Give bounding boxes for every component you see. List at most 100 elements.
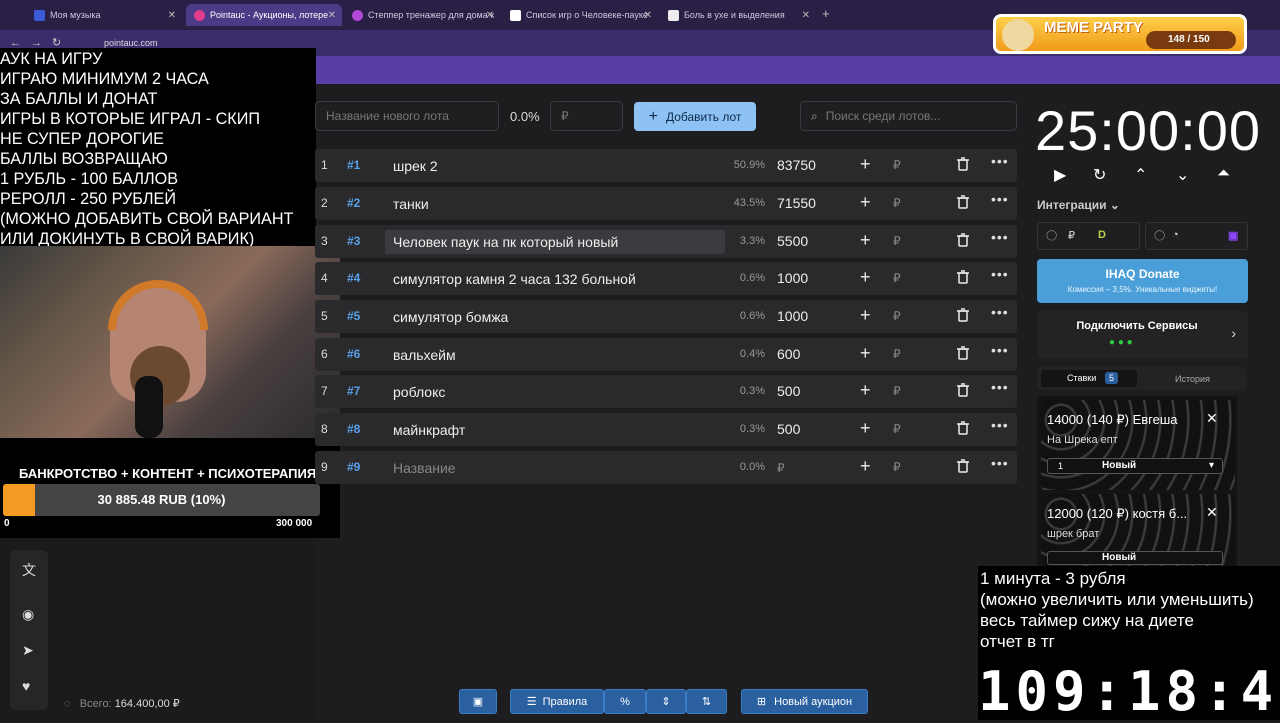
plus-icon[interactable]: + [860,380,871,401]
lot-name-input[interactable]: симулятор бомжа [385,305,725,329]
chevron-down-icon[interactable]: ⌄ [1176,165,1189,185]
more-options-icon[interactable]: ••• [991,191,1009,207]
lot-name-input[interactable]: вальхейм [385,343,725,367]
plus-icon[interactable]: + [860,192,871,213]
tab-stepper[interactable]: Степпер тренажер для дома к ✕ [344,4,500,26]
ruble-input[interactable]: ₽ [893,384,901,398]
more-options-icon[interactable]: ••• [991,342,1009,358]
close-icon[interactable]: ✕ [486,10,494,21]
plus-icon[interactable]: + [860,230,871,251]
integrations-toggle[interactable]: Интеграции ⌄ [1037,198,1120,212]
lot-name-input[interactable]: роблокс [385,380,725,404]
github-icon[interactable]: ◉ [22,606,34,623]
lot-name-input[interactable]: майнкрафт [385,418,725,442]
trash-icon[interactable] [957,383,969,397]
close-icon[interactable]: ✕ [1206,410,1218,427]
lot-name-input[interactable]: шрек 2 [385,154,725,178]
percent-toggle[interactable]: % [604,689,646,714]
ruble-input[interactable]: ₽ [893,158,901,172]
toggle-icon[interactable]: ◯ [1046,230,1057,241]
close-icon[interactable]: ✕ [802,10,810,21]
lot-amount[interactable]: 83750 [777,157,816,173]
lot-amount[interactable]: 71550 [777,195,816,211]
plus-icon[interactable]: + [860,456,871,477]
more-options-icon[interactable]: ••• [991,229,1009,245]
more-options-icon[interactable]: ••• [991,379,1009,395]
url-text[interactable]: pointauc.com [104,38,158,48]
trash-icon[interactable] [957,346,969,360]
more-options-icon[interactable]: ••• [991,153,1009,169]
reset-icon[interactable]: ↻ [1093,165,1106,185]
trash-icon[interactable] [957,157,969,171]
tab-pointauc[interactable]: Pointauc - Аукционы, лотере ✕ [186,4,342,26]
rules-button[interactable]: ☰ Правила [510,689,604,714]
trash-icon[interactable] [957,233,969,247]
bid-lot-select[interactable]: Новый [1047,551,1223,565]
lot-name-input[interactable]: симулятор камня 2 часа 132 больной [385,267,725,291]
compact-toggle[interactable]: ⇕ [646,689,686,714]
double-chevron-up-icon[interactable]: ⏶ [1217,165,1230,183]
chevron-up-icon[interactable]: ⌃ [1134,165,1147,185]
plus-icon[interactable]: + [860,267,871,288]
more-options-icon[interactable]: ••• [991,417,1009,433]
more-options-icon[interactable]: ••• [991,455,1009,471]
lot-amount[interactable]: 500 [777,383,800,399]
integration-donation-services[interactable]: ◯ ₽ D [1037,222,1140,250]
new-tab-button[interactable]: + [822,6,830,21]
lot-amount[interactable]: 600 [777,346,800,362]
lot-name-input[interactable]: Название нового лота [315,101,499,131]
donate-hand-icon[interactable]: ♥ [22,678,30,694]
ruble-input[interactable]: ₽ [893,422,901,436]
tab-history[interactable]: История [1175,374,1210,384]
telegram-icon[interactable]: ➤ [22,642,34,659]
integration-streaming[interactable]: ◯ ◔ ▣ [1145,222,1248,250]
plus-icon: + [648,107,658,125]
trash-icon[interactable] [957,421,969,435]
lot-amount[interactable]: 500 [777,421,800,437]
close-icon[interactable]: ✕ [328,10,336,21]
ruble-input[interactable]: ₽ [893,196,901,210]
lot-name-input[interactable]: танки [385,192,725,216]
lot-name-input[interactable]: Название [385,456,725,480]
trash-icon[interactable] [957,459,969,473]
ruble-input[interactable]: ₽ [893,271,901,285]
tab-spiderman-list[interactable]: Список игр о Человеке-пауке ✕ [502,4,658,26]
lot-amount-input[interactable]: ₽ [550,101,623,131]
close-icon[interactable]: ✕ [168,10,176,21]
translate-icon[interactable]: 文 [22,560,36,580]
play-icon[interactable]: ▶ [1054,165,1066,185]
connect-services-button[interactable]: › ● ● ● [1037,311,1248,359]
lot-amount[interactable]: ₽ [777,461,785,475]
lot-amount[interactable]: 5500 [777,233,808,249]
ruble-input[interactable]: ₽ [893,234,901,248]
trash-icon[interactable] [957,308,969,322]
lot-amount[interactable]: 1000 [777,308,808,324]
plus-icon[interactable]: + [860,305,871,326]
more-options-icon[interactable]: ••• [991,266,1009,282]
close-icon[interactable]: ✕ [1206,504,1218,521]
plus-icon[interactable]: + [860,154,871,175]
toggle-icon[interactable]: ◯ [1154,230,1165,241]
plus-icon[interactable]: + [860,343,871,364]
ihaq-donate-banner[interactable] [1037,259,1248,303]
tab-music[interactable]: Моя музыка ✕ [26,4,182,26]
close-icon[interactable]: ✕ [644,10,652,21]
lot-name-input[interactable]: Человек паук на пк который новый [385,230,725,254]
ruble-input[interactable]: ₽ [893,460,901,474]
sort-toggle[interactable]: ⇅ [686,689,727,714]
bid-lot-select[interactable]: 1 Новый ▾ [1047,458,1223,474]
trash-icon[interactable] [957,195,969,209]
tab-bids[interactable]: Ставки 5 [1041,370,1137,387]
new-auction-button[interactable]: ⊞ Новый аукцион [741,689,868,714]
eye-off-icon[interactable]: ◌ [64,698,71,710]
add-lot-button[interactable]: + Добавить лот [634,102,756,131]
lot-amount[interactable]: 1000 [777,270,808,286]
save-button[interactable]: ▣ [459,689,497,714]
tab-ear-pain[interactable]: Боль в ухе и выделения ✕ [660,4,816,26]
trash-icon[interactable] [957,270,969,284]
ruble-input[interactable]: ₽ [893,347,901,361]
search-input[interactable]: ⌕ Поиск среди лотов... [800,101,1017,131]
more-options-icon[interactable]: ••• [991,304,1009,320]
plus-icon[interactable]: + [860,418,871,439]
ruble-input[interactable]: ₽ [893,309,901,323]
